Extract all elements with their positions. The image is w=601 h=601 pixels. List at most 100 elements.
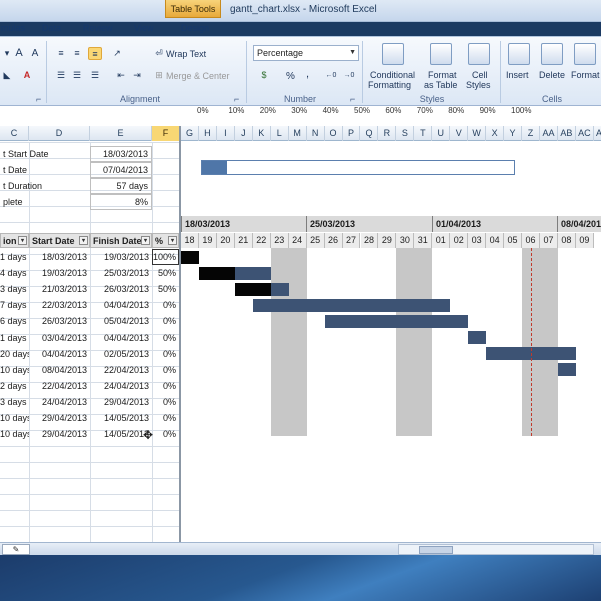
align-top-icon[interactable]: ≡ [54,47,68,60]
format-as-table-label-2[interactable]: as Table [424,80,457,90]
decrease-indent-icon[interactable]: ⇤ [114,69,128,82]
align-center-icon[interactable]: ☰ [70,69,84,82]
gantt-bar[interactable] [181,250,199,264]
align-left-icon[interactable]: ☰ [54,69,68,82]
format-as-table-label[interactable]: Format [428,70,457,80]
task-percent-complete[interactable]: 50% [152,281,179,297]
column-header-z[interactable]: Z [522,126,540,141]
filter-dropdown-icon[interactable]: ▾ [141,236,150,245]
column-header-h[interactable]: H [199,126,217,141]
gantt-bar[interactable] [198,266,271,280]
gantt-bar[interactable] [234,282,289,296]
table-header-0[interactable]: ion ▾ [0,233,29,248]
column-header-ab[interactable]: AB [558,126,576,141]
cell-styles-label-2[interactable]: Styles [466,80,491,90]
horizontal-scrollbar[interactable] [398,544,594,555]
table-row[interactable]: 4 days 19/03/2013 25/03/2013 50% [0,265,180,281]
column-header-i[interactable]: I [217,126,235,141]
column-header-o[interactable]: O [325,126,343,141]
align-bottom-icon[interactable]: ≡ [88,47,102,60]
table-row[interactable]: 7 days 22/03/2013 04/04/2013 0% [0,297,180,313]
insert-button[interactable]: Insert [506,70,529,80]
task-percent-complete[interactable]: 0% [152,346,179,362]
task-percent-complete[interactable]: 50% [152,265,179,281]
delete-cells-icon[interactable] [541,43,563,65]
font-color-icon[interactable]: A [20,69,34,82]
wrap-text-icon[interactable]: ⏎ [152,47,166,60]
column-header-n[interactable]: N [307,126,325,141]
column-header-u[interactable]: U [432,126,451,141]
gantt-bar[interactable] [324,314,469,328]
delete-button[interactable]: Delete [539,70,565,80]
column-header-aa[interactable]: AA [540,126,558,141]
grow-font-icon[interactable]: A [12,47,26,60]
tab-view[interactable]: View [130,20,157,36]
worksheet[interactable]: CDEFGHIJKLMNOPQRSTUVWXYZAAABACAD t Start… [0,106,601,543]
conditional-formatting-label-2[interactable]: Formatting [368,80,411,90]
column-header-x[interactable]: X [486,126,505,141]
cell-styles-label[interactable]: Cell [472,70,488,80]
percent-style-button[interactable]: % [286,71,295,82]
task-percent-complete[interactable]: 100% [152,249,179,265]
column-header-ac[interactable]: AC [576,126,594,141]
tab-design[interactable]: Design [177,20,213,36]
column-header-c[interactable]: C [0,126,29,141]
task-percent-complete[interactable]: 0% [152,378,179,394]
merge-center-icon[interactable]: ⊞ [152,69,166,82]
conditional-formatting-label[interactable]: Conditional [370,70,415,80]
dialog-launcher-icon[interactable]: ⌐ [350,94,355,104]
table-row[interactable]: 3 days 24/04/2013 29/04/2013 0% [0,394,180,410]
column-header-t[interactable]: T [414,126,433,141]
format-as-table-icon[interactable] [430,43,452,65]
increase-decimal-icon[interactable]: ←0 [324,69,338,82]
task-percent-complete[interactable]: 0% [152,410,179,426]
summary-value[interactable]: 8% [90,194,152,210]
tab-data[interactable]: Data [38,20,65,36]
task-percent-complete[interactable]: 0% [152,297,179,313]
table-row[interactable]: 2 days 22/04/2013 24/04/2013 0% [0,378,180,394]
merge-center-button[interactable]: Merge & Center [166,71,230,81]
orientation-icon[interactable]: ↗ [110,47,124,60]
gantt-bar[interactable] [252,298,451,312]
align-middle-icon[interactable]: ≡ [70,47,84,60]
table-row[interactable]: 1 days 18/03/2013 19/03/2013 100% [0,249,180,265]
table-row[interactable]: 10 days 08/04/2013 22/04/2013 0% [0,362,180,378]
table-row[interactable]: 1 days 03/04/2013 04/04/2013 0% [0,330,180,346]
currency-icon[interactable]: $ [257,69,271,82]
summary-value[interactable]: 57 days [90,178,152,194]
column-header-ad[interactable]: AD [594,126,601,141]
shrink-font-icon[interactable]: A [28,47,42,60]
insert-sheet-icon[interactable]: ✎ [2,544,30,555]
table-row[interactable]: 6 days 26/03/2013 05/04/2013 0% [0,313,180,329]
column-header-w[interactable]: W [468,126,487,141]
tab-formulas[interactable]: mulas [0,20,29,36]
table-row[interactable]: 20 days 04/04/2013 02/05/2013 0% [0,346,180,362]
filter-dropdown-icon[interactable]: ▾ [168,236,177,245]
dialog-launcher-icon[interactable]: ⌐ [36,94,41,104]
column-header-y[interactable]: Y [504,126,523,141]
number-format-select[interactable]: Percentage ▼ [253,45,359,61]
table-row[interactable]: 3 days 21/03/2013 26/03/2013 50% [0,281,180,297]
task-percent-complete[interactable]: 0% [152,313,179,329]
summary-value[interactable]: 18/03/2013 [90,146,152,162]
filter-dropdown-icon[interactable]: ▾ [18,236,27,245]
filter-dropdown-icon[interactable]: ▾ [79,236,88,245]
column-header-l[interactable]: L [271,126,289,141]
column-header-e[interactable]: E [90,126,152,141]
wrap-text-button[interactable]: Wrap Text [166,49,206,59]
table-header-1[interactable]: Start Date ▾ [29,233,90,248]
table-row[interactable]: 10 days 29/04/2013 14/05/2013 0% [0,410,180,426]
align-right-icon[interactable]: ☰ [88,69,102,82]
gantt-bar[interactable] [468,331,487,344]
column-header-d[interactable]: D [29,126,90,141]
scrollbar-thumb[interactable] [419,546,453,554]
fill-color-icon[interactable]: ◣ [0,69,14,82]
task-percent-complete[interactable]: 0% [152,330,179,346]
column-header-j[interactable]: J [235,126,253,141]
column-header-p[interactable]: P [343,126,361,141]
gantt-bar[interactable] [557,363,576,377]
column-header-k[interactable]: K [253,126,271,141]
column-header-r[interactable]: R [378,126,397,141]
dialog-launcher-icon[interactable]: ⌐ [234,94,239,104]
table-header-2[interactable]: Finish Date ▾ [90,233,152,248]
